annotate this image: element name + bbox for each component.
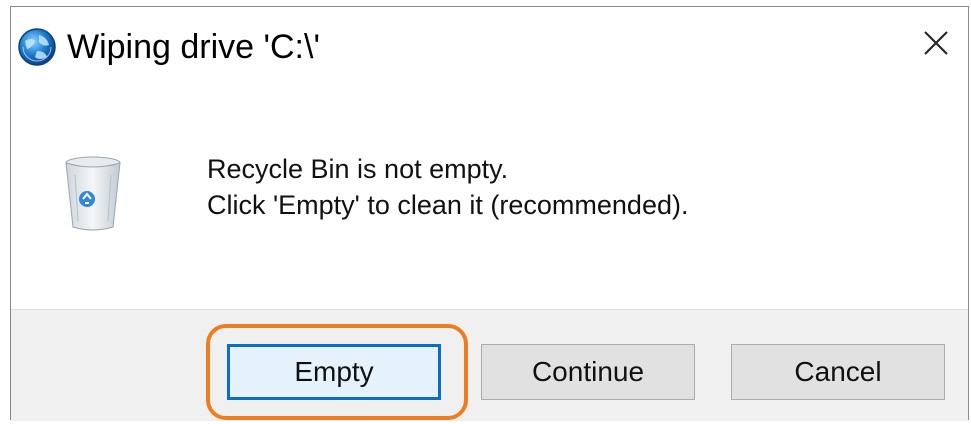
message-line-2: Click 'Empty' to clean it (recommended). — [207, 190, 689, 220]
cancel-button[interactable]: Cancel — [731, 344, 945, 400]
recycle-bin-icon — [65, 156, 121, 231]
empty-button[interactable]: Empty — [227, 344, 441, 400]
close-button[interactable] — [914, 21, 958, 65]
dialog-window: Wiping drive 'C:\' Recycle Bin is not em… — [10, 6, 969, 421]
title-bar: Wiping drive 'C:\' — [11, 7, 968, 89]
window-title: Wiping drive 'C:\' — [67, 28, 320, 66]
close-icon — [924, 31, 948, 55]
message-line-1: Recycle Bin is not empty. — [207, 154, 509, 184]
message-text: Recycle Bin is not empty. Click 'Empty' … — [207, 151, 688, 223]
globe-icon — [18, 28, 56, 66]
dialog-content: Recycle Bin is not empty. Click 'Empty' … — [11, 89, 968, 309]
button-bar: Empty Continue Cancel — [11, 309, 968, 421]
continue-button[interactable]: Continue — [481, 344, 695, 400]
